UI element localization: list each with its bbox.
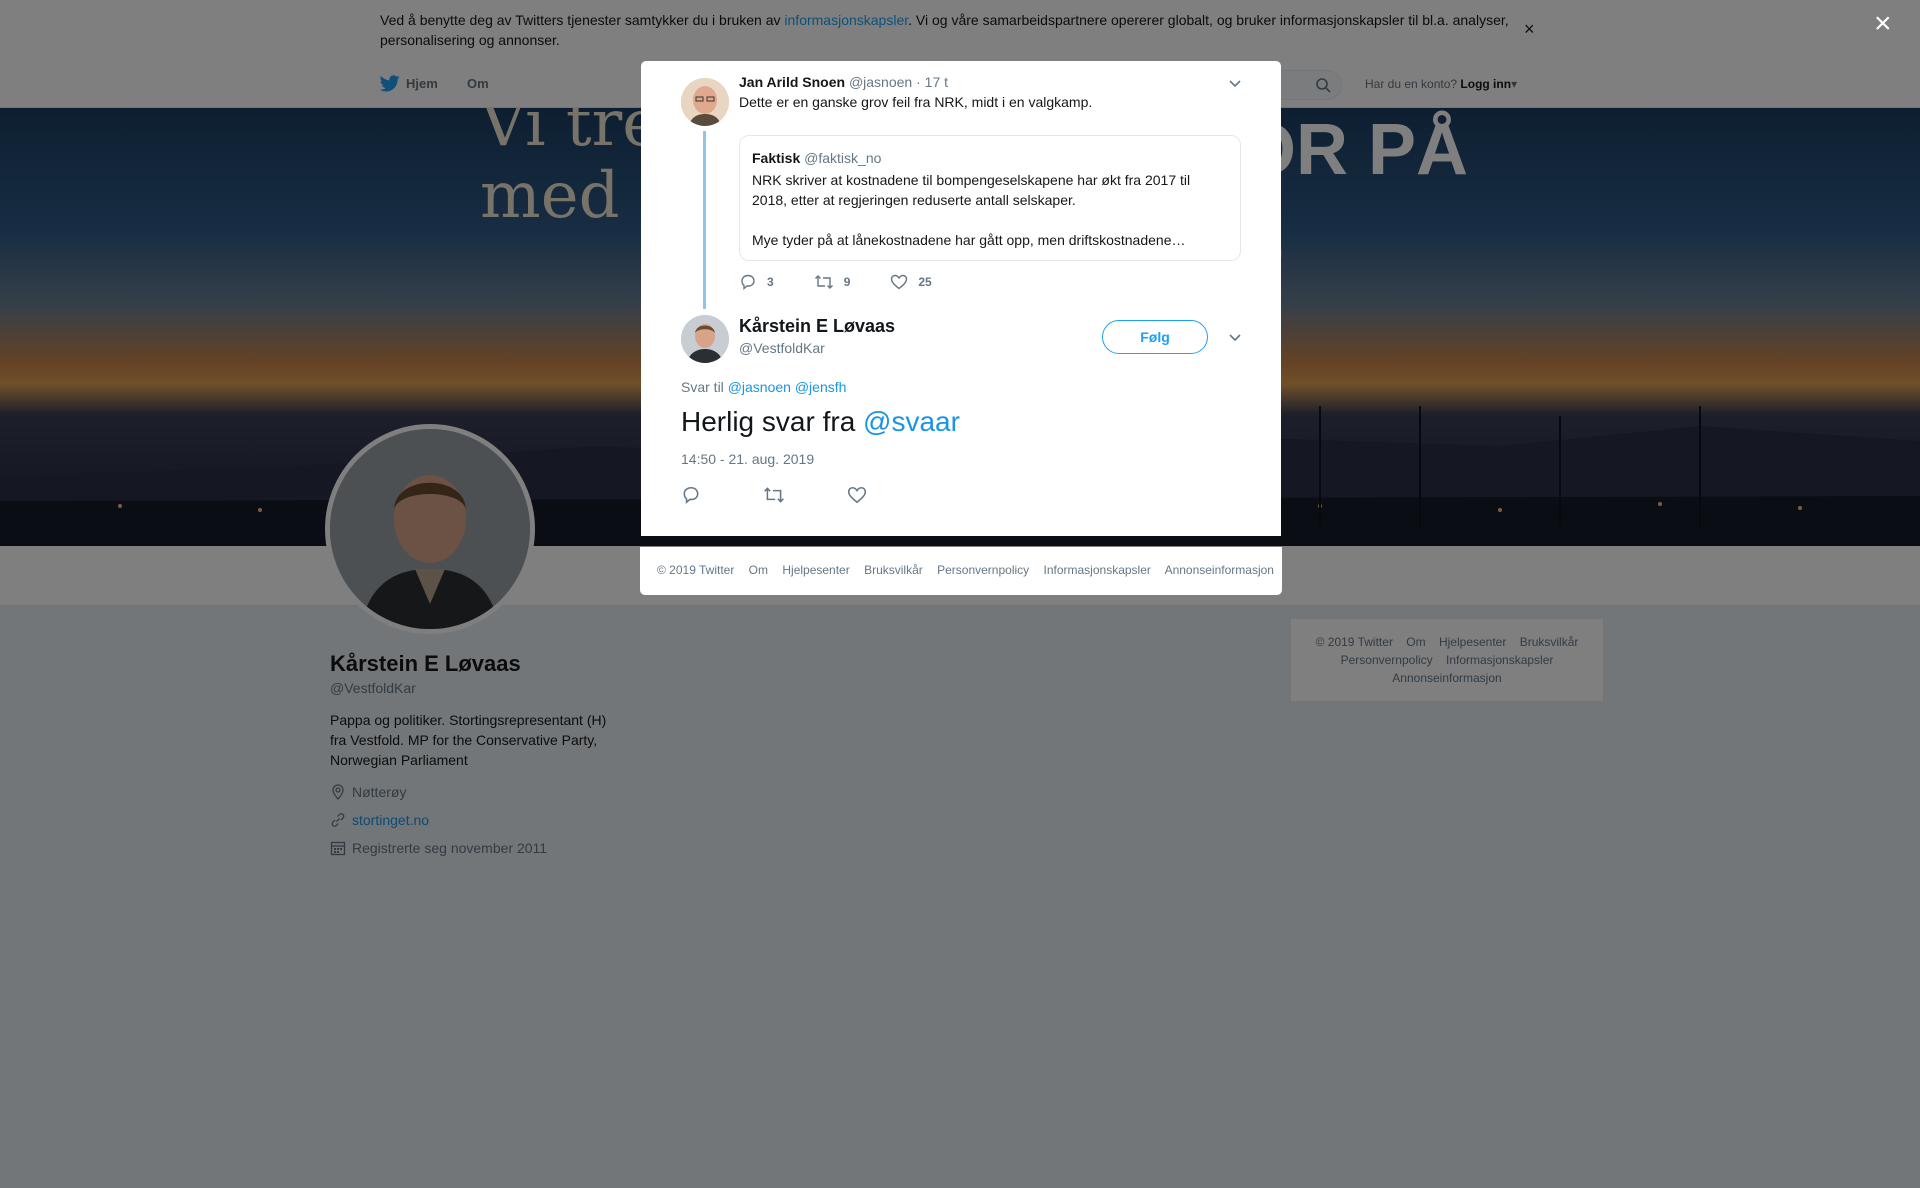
like-button[interactable]: 25 (890, 273, 932, 291)
main-tweet-text-body: Herlig svar fra (681, 406, 864, 437)
footer-copyright: © 2019 Twitter (657, 563, 735, 577)
quoted-author-handle: @faktisk_no (804, 150, 882, 166)
reply-to-line: Svar til @jasnoen @jensfh (681, 379, 846, 395)
quoted-tweet[interactable]: Faktisk @faktisk_no NRK skriver at kostn… (739, 135, 1241, 261)
reply-to-mention-2[interactable]: @jensfh (795, 379, 847, 395)
parent-tweet-text: Dette er en ganske grov feil fra NRK, mi… (739, 94, 1093, 110)
parent-author-name[interactable]: Jan Arild Snoen (739, 74, 845, 90)
like-count: 25 (918, 275, 932, 289)
close-modal-button[interactable]: × (1874, 9, 1892, 39)
footer-help-link[interactable]: Hjelpesenter (782, 563, 849, 577)
main-author-name[interactable]: Kårstein E Løvaas (739, 316, 895, 337)
person-photo-icon (681, 78, 729, 126)
like-button[interactable] (847, 485, 867, 510)
follow-button[interactable]: Følg (1102, 320, 1208, 354)
tweet-modal: Jan Arild Snoen @jasnoen · 17 t Dette er… (641, 61, 1281, 536)
footer-cookies-link[interactable]: Informasjonskapsler (1044, 563, 1151, 577)
thread-connector (703, 131, 706, 309)
footer-terms-link[interactable]: Bruksvilkår (864, 563, 923, 577)
modal-footer: © 2019 Twitter Om Hjelpesenter Bruksvilk… (640, 547, 1282, 595)
person-photo-icon (681, 315, 729, 363)
reply-to-mention-1[interactable]: @jasnoen (728, 379, 791, 395)
quoted-tweet-paragraph-1: NRK skriver at kostnadene til bompengese… (752, 172, 1191, 208)
main-tweet-actions (681, 485, 929, 510)
reply-icon (741, 274, 755, 290)
heart-icon (847, 486, 867, 504)
chevron-down-icon[interactable] (1225, 327, 1245, 347)
footer-ads-link[interactable]: Annonseinformasjon (1165, 563, 1274, 577)
quoted-author-name: Faktisk (752, 150, 801, 166)
heart-icon (891, 274, 908, 290)
retweet-button[interactable] (763, 485, 785, 510)
footer-privacy-link[interactable]: Personvernpolicy (937, 563, 1029, 577)
retweet-icon (764, 487, 784, 503)
chevron-down-icon[interactable] (1225, 73, 1245, 93)
parent-author-avatar[interactable] (681, 78, 729, 126)
main-tweet-mention[interactable]: @svaar (863, 406, 960, 437)
reply-to-label: Svar til (681, 379, 724, 395)
quoted-tweet-header: Faktisk @faktisk_no (752, 148, 1228, 168)
parent-author-handle[interactable]: @jasnoen (849, 74, 912, 90)
parent-tweet-header: Jan Arild Snoen @jasnoen · 17 t (739, 74, 948, 90)
footer-about-link[interactable]: Om (749, 563, 768, 577)
main-tweet-timestamp[interactable]: 14:50 - 21. aug. 2019 (681, 451, 814, 467)
reply-icon (683, 486, 699, 504)
retweet-button[interactable]: 9 (814, 273, 851, 291)
reply-button[interactable]: 3 (739, 273, 774, 291)
retweet-count: 9 (843, 275, 851, 289)
reply-count: 3 (767, 275, 774, 289)
reply-button[interactable] (681, 485, 701, 510)
main-author-handle[interactable]: @VestfoldKar (739, 340, 825, 356)
main-author-avatar[interactable] (681, 315, 729, 363)
quoted-tweet-paragraph-2: Mye tyder på at lånekostnadene har gått … (752, 232, 1186, 248)
parent-tweet-time[interactable]: · 17 t (916, 74, 948, 90)
main-tweet-text: Herlig svar fra @svaar (681, 405, 960, 439)
parent-tweet-actions: 3 9 25 (739, 273, 972, 291)
retweet-icon (814, 275, 833, 289)
